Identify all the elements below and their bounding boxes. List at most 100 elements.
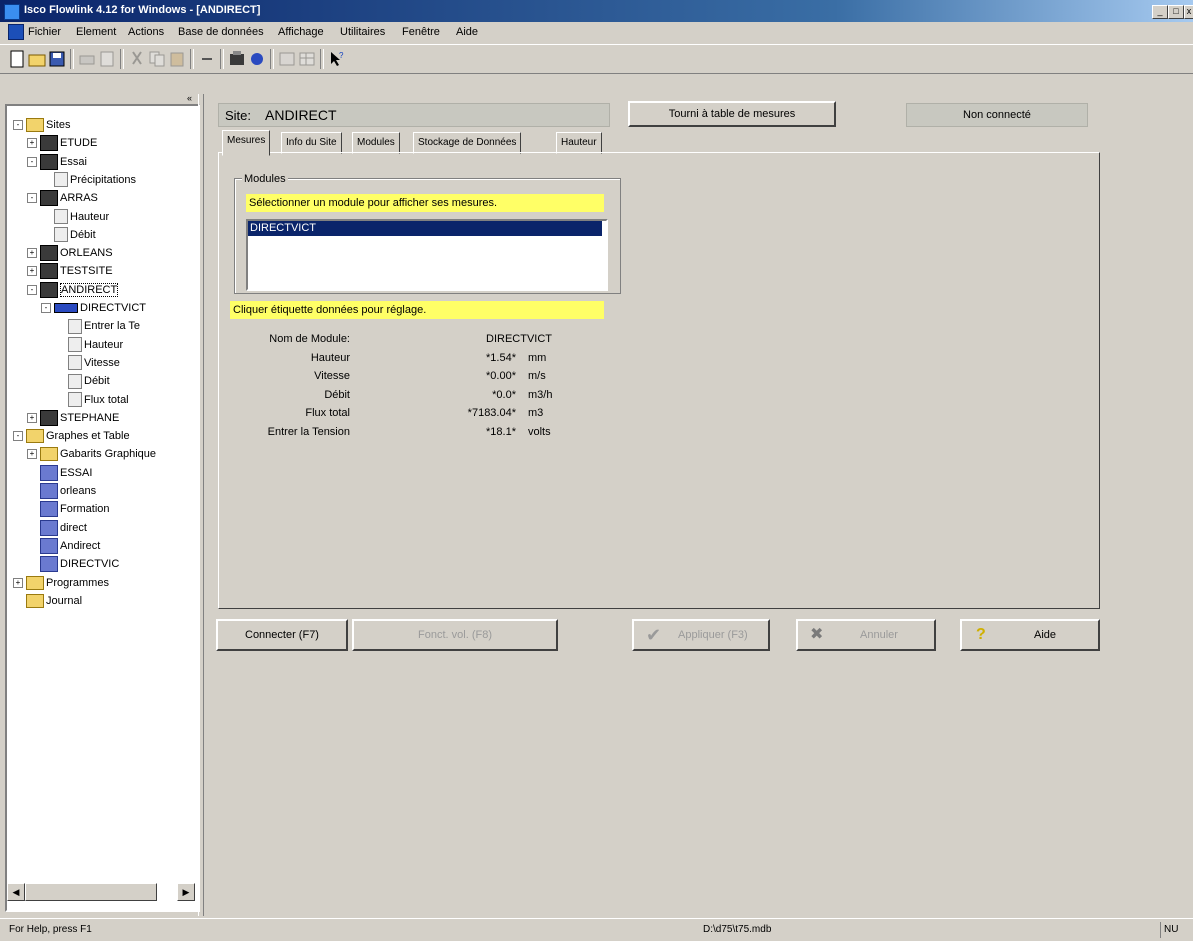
collapse-icon[interactable]: - — [27, 156, 37, 167]
tree-node[interactable]: orleans — [27, 482, 96, 500]
expand-icon[interactable]: + — [27, 138, 37, 149]
table-button[interactable]: Tourni à table de mesures — [628, 101, 836, 127]
reading-label[interactable]: Entrer la Tension — [150, 426, 350, 438]
toolbar-separator — [220, 49, 224, 69]
tree-node[interactable]: Andirect — [27, 537, 100, 555]
tree-node[interactable]: Entrer la Te — [55, 317, 140, 335]
tree-node[interactable]: Débit — [41, 226, 96, 244]
tree-node[interactable]: Hauteur — [41, 208, 109, 226]
reading-value[interactable]: *7183.04* — [400, 407, 516, 419]
save-icon[interactable] — [48, 50, 66, 68]
tree-node[interactable]: DIRECTVIC — [27, 555, 119, 573]
site-icon[interactable] — [228, 50, 246, 68]
probe-icon[interactable] — [248, 50, 266, 68]
reading-unit: m3 — [528, 407, 544, 419]
tree-node[interactable]: + ORLEANS — [27, 244, 113, 262]
maximize-button[interactable]: □ — [1168, 5, 1184, 19]
tab-info-du-site[interactable]: Info du Site — [281, 132, 342, 154]
reading-value[interactable]: *0.00* — [400, 370, 516, 382]
tree-node[interactable]: - Graphes et Table — [13, 427, 130, 445]
collapse-icon[interactable]: - — [27, 193, 37, 204]
tree-node[interactable]: - ARRAS — [27, 189, 98, 207]
collapse-icon[interactable]: - — [13, 120, 23, 131]
scroll-left-icon[interactable]: ◀ — [7, 883, 25, 901]
table-icon[interactable] — [298, 50, 316, 68]
toolbar-separator — [320, 49, 324, 69]
expand-icon[interactable]: + — [27, 449, 37, 460]
copy-icon[interactable] — [148, 50, 166, 68]
menu-affichage[interactable]: Affichage — [278, 26, 324, 38]
menu-actions[interactable]: Actions — [128, 26, 164, 38]
expand-icon[interactable]: + — [13, 577, 23, 588]
tree-node[interactable]: - DIRECTVICT — [41, 299, 146, 317]
tree-node[interactable]: Flux total — [55, 391, 129, 409]
collapse-icon[interactable]: - — [27, 284, 37, 295]
new-icon[interactable] — [8, 50, 26, 68]
expand-icon[interactable]: + — [27, 266, 37, 277]
site-header: Site: ANDIRECT — [218, 103, 610, 127]
tree-node[interactable]: + ETUDE — [27, 134, 97, 152]
tree-node[interactable]: Vitesse — [55, 354, 120, 372]
tree-node[interactable]: ESSAI — [27, 464, 92, 482]
reading-value[interactable]: DIRECTVICT — [486, 333, 552, 345]
expand-icon[interactable]: + — [27, 248, 37, 259]
menu-fichier[interactable]: Fichier — [28, 26, 61, 38]
tree-node[interactable]: Journal — [13, 592, 82, 610]
collapse-icon[interactable]: - — [41, 303, 51, 314]
tree-node[interactable]: - ANDIRECT — [27, 281, 119, 299]
cancel-button[interactable]: ✖ Annuler — [796, 619, 936, 651]
reading-value[interactable]: *18.1* — [400, 426, 516, 438]
print-icon[interactable] — [78, 50, 96, 68]
fonct-vol-button[interactable]: Fonct. vol. (F8) — [352, 619, 558, 651]
tree-node[interactable]: Formation — [27, 500, 110, 518]
reading-label[interactable]: Hauteur — [150, 352, 350, 364]
tab-stockage[interactable]: Stockage de Données — [413, 132, 522, 154]
tree-node[interactable]: Hauteur — [55, 336, 123, 354]
tree-node[interactable]: + STEPHANE — [27, 409, 119, 427]
tree-node[interactable]: - Essai — [27, 153, 87, 171]
tree-horizontal-scrollbar[interactable]: ◀ ▶ — [5, 881, 196, 901]
tree-node[interactable]: Débit — [55, 372, 110, 390]
open-icon[interactable] — [28, 50, 46, 68]
help-label: Aide — [1034, 629, 1057, 641]
menu-base-de-donnees[interactable]: Base de données — [178, 26, 264, 38]
reading-label[interactable]: Nom de Module: — [150, 333, 350, 345]
help-pointer-icon[interactable]: ? — [328, 50, 346, 68]
site-tree[interactable]: - Sites + ETUDE - Essai Précipitations - ARRAS Ha… — [5, 104, 200, 912]
paste-icon[interactable] — [168, 50, 186, 68]
cut-icon[interactable] — [128, 50, 146, 68]
print-preview-icon[interactable] — [98, 50, 116, 68]
menu-aide[interactable]: Aide — [456, 26, 478, 38]
help-button[interactable]: ? Aide — [960, 619, 1100, 651]
reading-value[interactable]: *1.54* — [400, 352, 516, 364]
tab-mesures[interactable]: Mesures — [222, 130, 271, 156]
menu-fenetre[interactable]: Fenêtre — [402, 26, 440, 38]
tab-modules[interactable]: Modules — [352, 132, 400, 154]
menu-element[interactable]: Element — [76, 26, 116, 38]
scroll-thumb[interactable] — [25, 883, 157, 901]
reading-label[interactable]: Débit — [150, 389, 350, 401]
tree-node[interactable]: - Sites — [13, 116, 70, 134]
tab-hauteur[interactable]: Hauteur — [556, 132, 602, 154]
reading-label[interactable]: Vitesse — [150, 370, 350, 382]
minimize-button[interactable]: _ — [1152, 5, 1168, 19]
pane-splitter[interactable] — [198, 94, 204, 916]
reading-value[interactable]: *0.0* — [400, 389, 516, 401]
reading-label[interactable]: Flux total — [150, 407, 350, 419]
tree-node[interactable]: + TESTSITE — [27, 262, 113, 280]
tree-node[interactable]: direct — [27, 519, 87, 537]
module-list-item-selected[interactable]: DIRECTVICT — [248, 221, 602, 236]
tree-node[interactable]: + Gabarits Graphique — [27, 445, 156, 463]
scroll-right-icon[interactable]: ▶ — [177, 883, 195, 901]
menu-utilitaires[interactable]: Utilitaires — [340, 26, 385, 38]
graph-icon[interactable] — [278, 50, 296, 68]
undo-icon[interactable] — [198, 50, 216, 68]
tree-node[interactable]: + Programmes — [13, 574, 109, 592]
connect-button[interactable]: Connecter (F7) — [216, 619, 348, 651]
pane-chevron-icon[interactable]: « — [187, 93, 192, 103]
close-button[interactable]: x — [1184, 5, 1193, 19]
collapse-icon[interactable]: - — [13, 431, 23, 442]
apply-button[interactable]: ✔ Appliquer (F3) — [632, 619, 770, 651]
tree-node[interactable]: Précipitations — [41, 171, 136, 189]
expand-icon[interactable]: + — [27, 412, 37, 423]
